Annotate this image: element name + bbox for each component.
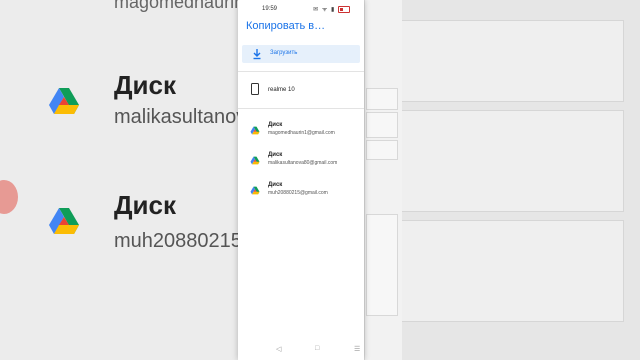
copy-to-dialog: 19:59 ✉ ᯤ ▮ Копировать в… Загрузить real… [238, 0, 364, 360]
battery-icon [338, 5, 350, 13]
upload-label: Загрузить [270, 50, 298, 56]
home-nav-icon[interactable]: □ [315, 345, 319, 352]
account-email: malikasultanova80@gmail.com [268, 160, 338, 166]
account-item[interactable]: Диск malikasultanova80@gmail.com [238, 152, 364, 176]
status-bar: 19:59 ✉ ᯤ ▮ [238, 0, 364, 16]
upload-button[interactable]: Загрузить [242, 45, 360, 63]
drive-icon [49, 208, 79, 234]
bg-right-panel [364, 0, 640, 360]
account-item[interactable]: Диск magomedhaurin1@gmail.com [238, 122, 364, 146]
status-glyphs: ✉ ᯤ ▮ [313, 7, 336, 13]
device-item[interactable]: realme 10 [238, 78, 364, 102]
recents-nav-icon[interactable]: ☰ [354, 345, 360, 353]
account-email: magomedhaurin1@gmail.com [268, 130, 335, 136]
bg-top-text: magomedhaurin [114, 0, 245, 12]
download-icon [253, 49, 261, 60]
divider [238, 71, 364, 72]
side-panel [364, 0, 402, 360]
status-icons: ✉ ᯤ ▮ [313, 5, 350, 13]
bg-row-title: Диск [114, 190, 176, 220]
account-name: Диск [268, 152, 283, 158]
account-name: Диск [268, 182, 283, 188]
dialog-title: Копировать в… [246, 20, 326, 32]
drive-icon [250, 126, 260, 135]
drive-icon [250, 186, 260, 195]
divider [238, 108, 364, 109]
account-name: Диск [268, 122, 283, 128]
account-email: muh20880215@gmail.com [268, 190, 328, 196]
bg-accent-dot [0, 180, 18, 214]
drive-icon [250, 156, 260, 165]
phone-icon [251, 83, 259, 95]
back-nav-icon[interactable]: ◁ [276, 345, 281, 353]
drive-icon [49, 88, 79, 114]
navigation-bar: ◁ □ ☰ [238, 340, 364, 360]
device-label: realme 10 [268, 87, 295, 93]
status-time: 19:59 [262, 6, 278, 12]
account-item[interactable]: Диск muh20880215@gmail.com [238, 182, 364, 206]
bg-row-title: Диск [114, 70, 176, 100]
